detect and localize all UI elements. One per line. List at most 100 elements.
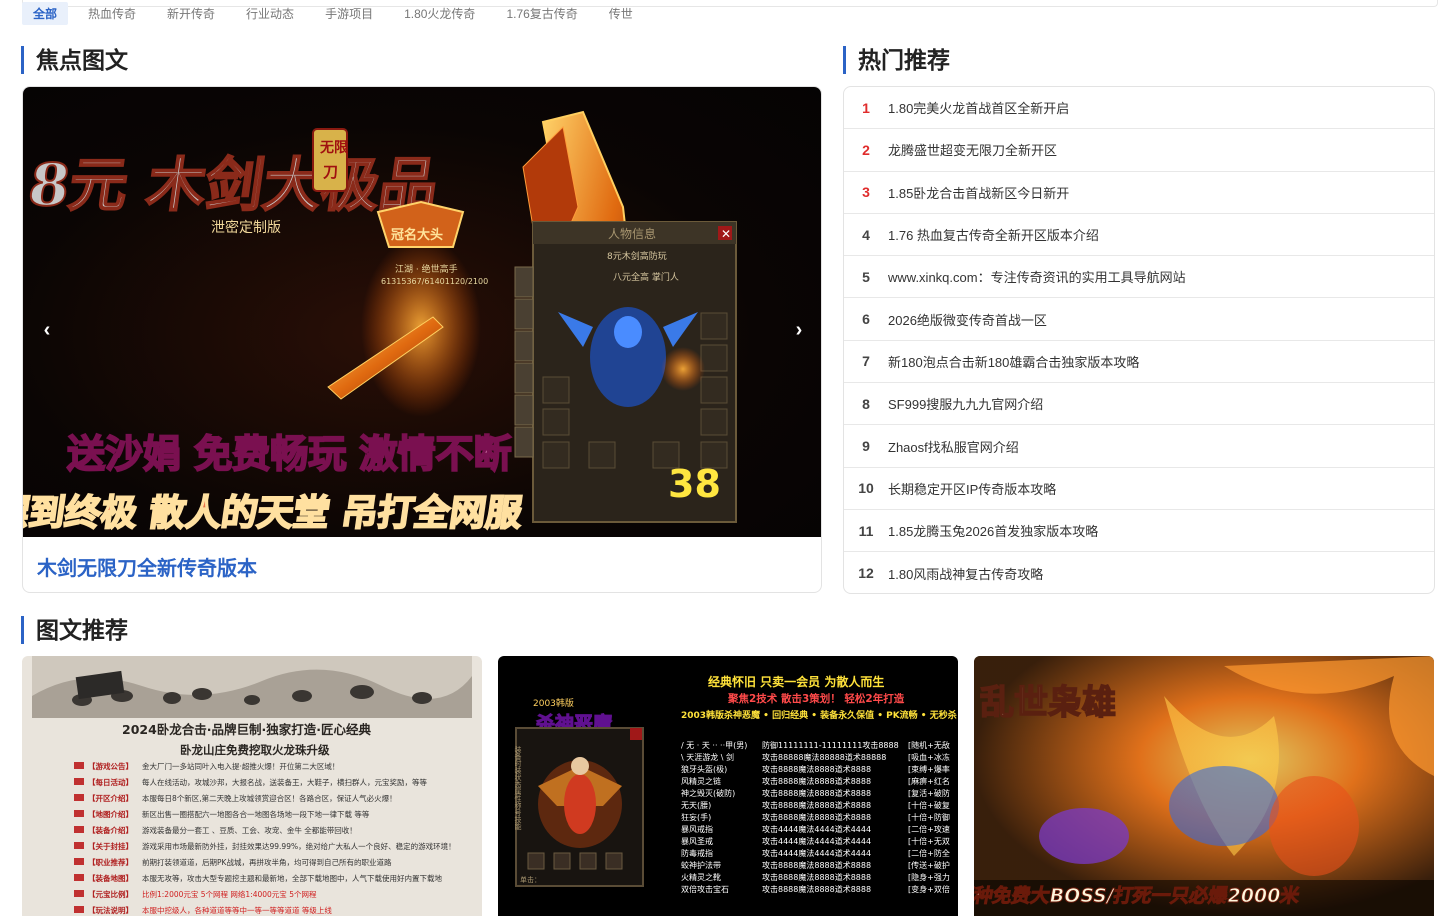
carousel-next-button[interactable]: › (784, 315, 814, 345)
svg-text:火精灵之靴: 火精灵之靴 (681, 872, 721, 882)
poster-logo: 乱世枭雄 (980, 683, 1116, 723)
focus-caption-link[interactable]: 木剑无限刀全新传奇版本 (37, 552, 257, 581)
svg-text:冠名大头: 冠名大头 (391, 227, 443, 243)
svg-text:攻击4444魔法4444道术4444: 攻击4444魔法4444道术4444 (762, 836, 871, 846)
poster-row: 【游戏公告】 金大厂门一多站同叶入电入提·超推火爆！开位第二大区域！ (74, 761, 339, 771)
hot-item[interactable]: 12 1.80风雨战神复古传奇攻略 (844, 552, 1434, 593)
hot-item[interactable]: 7 新180泡点合击新180雄霸合击独家版本攻略 (844, 341, 1434, 384)
hot-item[interactable]: 5 www.xinkq.com：专注传奇资讯的实用工具导航网站 (844, 256, 1434, 299)
svg-text:攻击8888魔法8888道术8888: 攻击8888魔法8888道术8888 (762, 884, 871, 894)
svg-text:攻击88888魔法88888道术88888: 攻击88888魔法88888道术88888 (762, 752, 886, 762)
svg-text:【元宝比例】: 【元宝比例】 (88, 889, 133, 899)
hot-item-title[interactable]: 1.76 热血复古传奇全新开区版本介绍 (888, 225, 1099, 244)
rank-number: 5 (862, 268, 870, 285)
hot-item-title[interactable]: 1.85龙腾玉兔2026首发独家版本攻略 (888, 521, 1098, 540)
hot-item[interactable]: 9 Zhaosf找私服官网介绍 (844, 425, 1434, 468)
svg-text:【装备介绍】: 【装备介绍】 (88, 825, 133, 835)
hot-item-title[interactable]: Zhaosf找私服官网介绍 (888, 437, 1019, 456)
rank-number: 9 (862, 438, 870, 455)
svg-text:攻击8888魔法8888道术8888: 攻击8888魔法8888道术8888 (762, 872, 871, 882)
tab-all[interactable]: 全部 (22, 1, 69, 25)
svg-text:[复活+破防: [复活+破防 (908, 788, 950, 798)
tab-rexue[interactable]: 热血传奇 (77, 2, 147, 25)
svg-text:暴风戒指: 暴风戒指 (681, 824, 713, 834)
hot-item-title[interactable]: 1.80完美火龙首战首区全新开启 (888, 98, 1069, 117)
svg-text:每人在线活动，攻城沙邦，大报名战，送装备王，大鞋子，横扫群人: 每人在线活动，攻城沙邦，大报名战，送装备王，大鞋子，横扫群人，元宝奖励，等等 (142, 777, 427, 787)
hot-item[interactable]: 11 1.85龙腾玉兔2026首发独家版本攻略 (844, 510, 1434, 553)
svg-text:8元木剑高防玩: 8元木剑高防玩 (607, 250, 667, 262)
hot-item[interactable]: 8 SF999搜服九九九官网介绍 (844, 383, 1434, 426)
svg-text:单击：: 单击： (520, 875, 541, 884)
svg-text:泄密定制版: 泄密定制版 (211, 219, 281, 236)
svg-text:[麻痹+红名: [麻痹+红名 (908, 776, 950, 786)
svg-text:攻击8888魔法8888道术8888: 攻击8888魔法8888道术8888 (762, 812, 871, 822)
svg-text:攻击8888魔法8888道术8888: 攻击8888魔法8888道术8888 (762, 788, 871, 798)
poster-heading: 2024卧龙合击·品牌巨制·独家打造·匠心经典 (122, 722, 372, 737)
svg-text:风精灵之链: 风精灵之链 (681, 776, 721, 786)
svg-text:无限: 无限 (319, 140, 348, 156)
svg-text:[吸血+冰冻: [吸血+冰冻 (908, 752, 950, 762)
svg-text:【地图介绍】: 【地图介绍】 (88, 809, 133, 819)
svg-text:[隐身+强力: [隐身+强力 (908, 872, 950, 882)
svg-text:【关于封挂】: 【关于封挂】 (88, 841, 133, 851)
tab-176-fugu[interactable]: 1.76复古传奇 (495, 2, 588, 25)
rank-number: 4 (862, 226, 870, 243)
hot-item[interactable]: 2 龙腾盛世超变无限刀全新开区 (844, 129, 1434, 172)
poster-row: 【元宝比例】 比例1:2000元宝 5个网程 网络1:4000元宝 5个网程 (74, 889, 317, 899)
hot-item[interactable]: 10 长期稳定开区IP传奇版本攻略 (844, 468, 1434, 510)
svg-text:[变身+双倍: [变身+双倍 (908, 884, 950, 894)
svg-text:[十倍+防御: [十倍+防御 (908, 812, 950, 822)
svg-text:/ 无 · 天 ·· ··甲(男): / 无 · 天 ·· ··甲(男) (681, 741, 747, 750)
poster-row: 【地图介绍】 新区出售一圈搭配六一地图各合一地图各场地一段下地一律下载 等等 (74, 809, 370, 819)
svg-text:[十倍+无双: [十倍+无双 (908, 836, 950, 846)
pic-card-wolong[interactable]: 2024卧龙合击·品牌巨制·独家打造·匠心经典 卧龙山庄免费挖取火龙珠升级 【游… (22, 656, 482, 916)
banner-slogan-2: 白嫖到终极 散人的天堂 吊打全网服 (23, 491, 526, 534)
hot-item[interactable]: 6 2026绝版微变传奇首战一区 (844, 298, 1434, 341)
hot-item[interactable]: 4 1.76 热血复古传奇全新开区版本介绍 (844, 214, 1434, 257)
carousel-prev-button[interactable]: ‹ (32, 315, 62, 345)
hot-item-title[interactable]: 长期稳定开区IP传奇版本攻略 (888, 479, 1056, 498)
svg-text:攻击8888魔法8888道术8888: 攻击8888魔法8888道术8888 (762, 860, 871, 870)
luanshi-poster-image: 乱世枭雄 几百种免费大BOSS/打死一只必爆2000米 (974, 656, 1434, 916)
rank-number: 6 (862, 311, 870, 328)
svg-text:防毒戒指: 防毒戒指 (681, 848, 713, 858)
game-banner-art: 8元 木剑大极品 无限 刀 泄密定制版 冠名大头 江湖 · 绝世高手 61315… (23, 110, 737, 535)
svg-text:38: 38 (668, 462, 721, 506)
svg-text:攻击4444魔法4444道术4444: 攻击4444魔法4444道术4444 (762, 824, 871, 834)
svg-text:[二倍+攻速: [二倍+攻速 (908, 824, 950, 834)
hot-item-title[interactable]: 2026绝版微变传奇首战一区 (888, 310, 1047, 329)
tab-industry[interactable]: 行业动态 (235, 2, 305, 25)
hot-item-title[interactable]: 1.80风雨战神复古传奇攻略 (888, 564, 1043, 583)
svg-text:八元全高 掌门人: 八元全高 掌门人 (613, 271, 679, 283)
svg-text:双倍攻击宝石: 双倍攻击宝石 (681, 884, 729, 894)
svg-text:刀: 刀 (323, 163, 338, 181)
hot-item-title[interactable]: 1.85卧龙合击首战新区今日新开 (888, 183, 1069, 202)
hot-item-title[interactable]: SF999搜服九九九官网介绍 (888, 394, 1043, 413)
hot-item[interactable]: 1 1.80完美火龙首战首区全新开启 (844, 87, 1434, 130)
rank-number: 7 (862, 353, 870, 370)
hot-item-title[interactable]: 新180泡点合击新180雄霸合击独家版本攻略 (888, 352, 1139, 371)
poster-row: 【职业推荐】 前期打装领道道，后期PK战城，再拼攻半角，均可得到自己所有的职业道路 (74, 857, 392, 867)
svg-text:[二倍+防全: [二倍+防全 (908, 848, 950, 858)
svg-text:61315367/61401120/2100: 61315367/61401120/2100 (381, 277, 488, 286)
svg-text:金大厂门一多站同叶入电入提·超推火爆！开位第二大区域！: 金大厂门一多站同叶入电入提·超推火爆！开位第二大区域！ (142, 761, 339, 771)
carousel-slide-image[interactable]: 8元 木剑大极品 无限 刀 泄密定制版 冠名大头 江湖 · 绝世高手 61315… (23, 87, 821, 537)
poster-banner-mid: 聚焦2技术 散击3策划！ 轻松2年打造 (727, 692, 905, 705)
poster-banner-bot: 2003韩版杀神恶魔 • 回归经典 • 装备永久保值 • PK流畅 • 无秒杀 (681, 709, 957, 721)
hot-item-title[interactable]: 龙腾盛世超变无限刀全新开区 (888, 140, 1057, 159)
hot-section-title: 热门推荐 (843, 46, 950, 74)
hot-item-title[interactable]: www.xinkq.com：专注传奇资讯的实用工具导航网站 (888, 267, 1186, 286)
svg-text:\ 天涯游龙 \ 剑: \ 天涯游龙 \ 剑 (681, 752, 734, 762)
rank-number: 10 (858, 480, 874, 497)
shashen-poster-image: 经典怀旧 只卖一会员 为散人而生 聚焦2技术 散击3策划！ 轻松2年打造 200… (498, 656, 958, 916)
tab-xinkai[interactable]: 新开传奇 (156, 2, 226, 25)
tab-180-huolong[interactable]: 1.80火龙传奇 (393, 2, 486, 25)
svg-text:[束缚+爆率: [束缚+爆率 (908, 764, 950, 774)
tab-mobile[interactable]: 手游项目 (314, 2, 384, 25)
hot-item[interactable]: 3 1.85卧龙合击首战新区今日新开 (844, 172, 1434, 214)
pic-card-shashen[interactable]: 经典怀旧 只卖一会员 为散人而生 聚焦2技术 散击3策划！ 轻松2年打造 200… (498, 656, 958, 916)
svg-text:✕: ✕ (721, 227, 731, 241)
pic-card-luanshi[interactable]: 乱世枭雄 几百种免费大BOSS/打死一只必爆2000米 (974, 656, 1434, 916)
tab-chuanshi[interactable]: 传世 (598, 2, 644, 25)
svg-text:游戏装备最分一套工 、豆质、工会、攻宠、金牛 全都能带回收！: 游戏装备最分一套工 、豆质、工会、攻宠、金牛 全都能带回收！ (142, 825, 357, 835)
